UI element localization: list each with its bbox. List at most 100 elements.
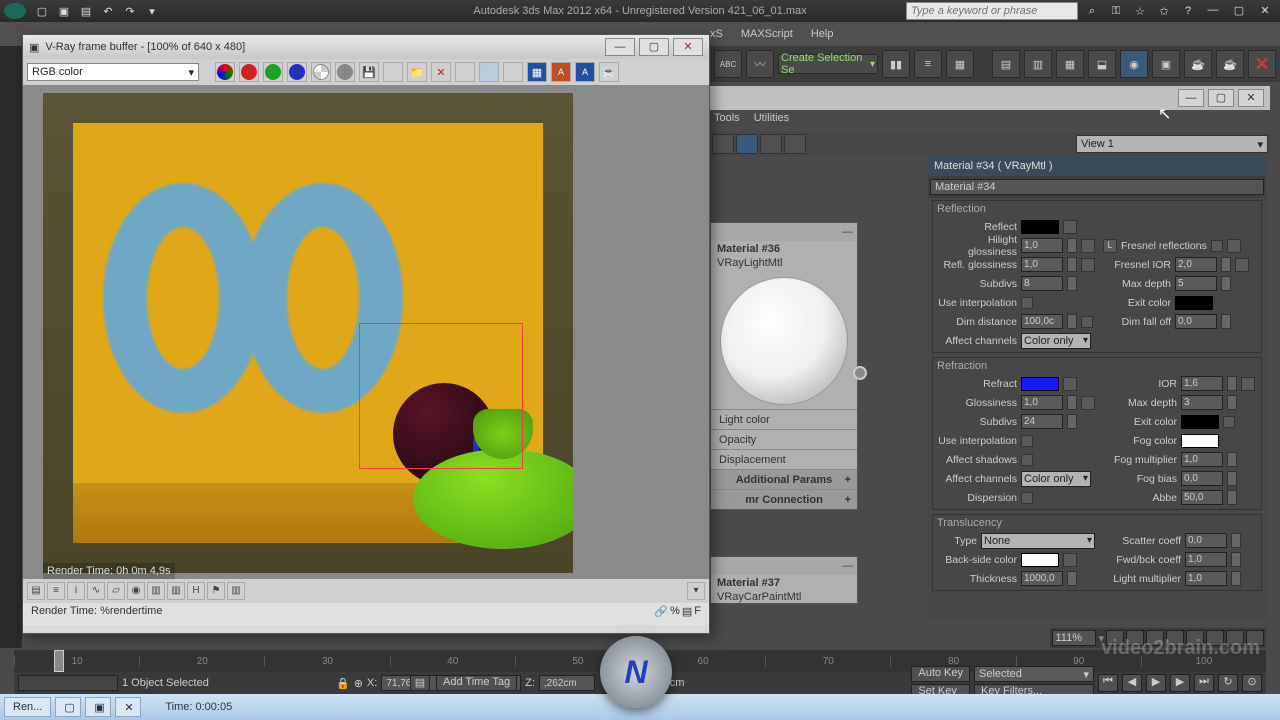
star2-icon[interactable]: ✩ xyxy=(1154,3,1174,19)
panel-minimize-button[interactable]: — xyxy=(1178,89,1204,107)
vfs-icon[interactable]: ▦ xyxy=(527,62,547,82)
alpha-channel-icon[interactable] xyxy=(311,62,331,82)
render-frame-icon[interactable]: ◉ xyxy=(1120,50,1148,78)
auto-key-button[interactable]: Auto Key xyxy=(911,666,970,682)
hist-icon[interactable]: ≡ xyxy=(47,582,65,600)
abbe-spinner[interactable]: 50,0 xyxy=(1181,490,1223,505)
minimize-button[interactable]: — xyxy=(1202,4,1224,18)
reflect-swatch[interactable] xyxy=(1021,220,1059,234)
mirror-icon[interactable]: ▮▮ xyxy=(882,50,910,78)
fit-icon[interactable] xyxy=(1146,630,1164,646)
fog-mult-spinner[interactable]: 1,0 xyxy=(1181,452,1223,467)
goto-start-button[interactable]: ⏮ xyxy=(1098,674,1118,692)
zoom-field[interactable]: 111% xyxy=(1052,630,1096,646)
fresnel-check[interactable] xyxy=(1211,240,1223,252)
fog-bias-spinner[interactable]: 0,0 xyxy=(1181,471,1223,486)
nav-icon[interactable] xyxy=(1166,630,1184,646)
z-coord-field[interactable]: ,262cm xyxy=(539,675,595,691)
refl-maxdepth-spinner[interactable]: 5 xyxy=(1175,276,1217,291)
lock-icon[interactable]: 🔒 xyxy=(336,677,350,690)
nav3-icon[interactable] xyxy=(1206,630,1224,646)
vfb-minimize-button[interactable]: — xyxy=(605,38,635,56)
close-button[interactable]: ✕ xyxy=(1254,4,1276,18)
rgb-toggle-icon[interactable] xyxy=(215,62,235,82)
affect-shadows-check[interactable] xyxy=(1021,454,1033,466)
cc-a-icon[interactable]: A xyxy=(551,62,571,82)
open-icon[interactable]: ▣ xyxy=(54,3,74,19)
refl-affect-dropdown[interactable]: Color only▾ xyxy=(1021,333,1091,349)
channel-dropdown[interactable]: RGB color▾ xyxy=(27,63,199,81)
menu-tools[interactable]: Tools xyxy=(714,112,740,132)
time-slider-handle[interactable] xyxy=(54,650,64,672)
add-time-tag-button[interactable]: Add Time Tag xyxy=(436,675,517,691)
mono-channel-icon[interactable] xyxy=(335,62,355,82)
fwd-spinner[interactable]: 1,0 xyxy=(1185,552,1227,567)
flag-icon[interactable]: ⚑ xyxy=(207,582,225,600)
refr-interp-check[interactable] xyxy=(1021,435,1033,447)
dim-falloff-spinner[interactable]: 0,0 xyxy=(1175,314,1217,329)
play-button[interactable]: ▶ xyxy=(1146,674,1166,692)
coord-toggle-icon[interactable]: ⊕ xyxy=(354,677,363,690)
material-card-37[interactable]: — Material #37 VRayCarPaintMtl xyxy=(710,556,858,604)
card-collapse-icon[interactable]: — xyxy=(842,226,853,238)
align-icon[interactable]: ≡ xyxy=(914,50,942,78)
material-card-36[interactable]: — Material #36 VRayLightMtl Light color … xyxy=(710,222,858,510)
bar2-icon[interactable]: ▥ xyxy=(227,582,245,600)
selection-set-dropdown[interactable]: Create Selection Se▾ xyxy=(778,54,878,74)
stamp-pct-icon[interactable]: % xyxy=(670,605,680,618)
taskbar-btn2[interactable]: ▢ xyxy=(55,697,81,717)
card-collapse-icon[interactable]: — xyxy=(842,560,853,572)
abc-icon[interactable]: ABC xyxy=(714,50,742,78)
reflect-map-button[interactable] xyxy=(1063,220,1077,234)
hilight-gloss-spinner[interactable]: 1,0 xyxy=(1021,238,1063,253)
refl-gloss-spinner[interactable]: 1,0 xyxy=(1021,257,1063,272)
ior-spinner[interactable]: 1,6 xyxy=(1181,376,1223,391)
levels-icon[interactable]: ▥ xyxy=(147,582,165,600)
taskbar-btn3[interactable]: ▣ xyxy=(85,697,111,717)
menu-maxscript[interactable]: MAXScript xyxy=(741,28,793,40)
brush-icon[interactable]: 〰 xyxy=(746,50,774,78)
save-image-icon[interactable]: 💾 xyxy=(359,62,379,82)
nav4-icon[interactable] xyxy=(1226,630,1244,646)
panel-close-button[interactable]: ✕ xyxy=(1238,89,1264,107)
dim-dist-spinner[interactable]: 100,0c xyxy=(1021,314,1063,329)
vfb-close-button[interactable]: ✕ xyxy=(673,38,703,56)
bars-icon[interactable]: ▥ xyxy=(167,582,185,600)
backside-swatch[interactable] xyxy=(1021,553,1059,567)
taskbar-app-button[interactable]: Ren... xyxy=(4,697,51,717)
rollout-additional-params[interactable]: Additional Params+ xyxy=(711,469,857,489)
teapot-render-icon[interactable]: ☕ xyxy=(599,62,619,82)
region-render-icon[interactable]: ⬚ xyxy=(479,62,499,82)
zoom-tool-icon[interactable] xyxy=(1106,630,1124,646)
blue-channel-icon[interactable] xyxy=(287,62,307,82)
cc-b-icon[interactable]: A xyxy=(575,62,595,82)
new-icon[interactable]: ▢ xyxy=(32,3,52,19)
red-channel-icon[interactable] xyxy=(239,62,259,82)
key-mode-dropdown[interactable]: Selected▾ xyxy=(974,666,1094,682)
redo-icon[interactable]: ↷ xyxy=(120,3,140,19)
menu-xs[interactable]: xS xyxy=(710,28,723,40)
stamp-font-icon[interactable]: F xyxy=(694,605,701,618)
teapot2-icon[interactable]: ☕ xyxy=(1216,50,1244,78)
green-channel-icon[interactable] xyxy=(263,62,283,82)
refr-subdivs-spinner[interactable]: 24 xyxy=(1021,414,1063,429)
layers-icon[interactable]: ▦ xyxy=(946,50,974,78)
loop-icon[interactable]: ↻ xyxy=(1218,674,1238,692)
render-setup-icon[interactable]: ⬓ xyxy=(1088,50,1116,78)
i-icon[interactable]: i xyxy=(67,582,85,600)
rollout-mr-connection[interactable]: mr Connection+ xyxy=(711,489,857,509)
nav2-icon[interactable] xyxy=(1186,630,1204,646)
fresnel-ior-spinner[interactable]: 2,0 xyxy=(1175,257,1217,272)
refl-subdivs-spinner[interactable]: 8 xyxy=(1021,276,1063,291)
menu-utilities[interactable]: Utilities xyxy=(754,112,789,132)
refr-affect-dropdown[interactable]: Color only▾ xyxy=(1021,471,1091,487)
taskbar-btn4[interactable]: ✕ xyxy=(115,697,141,717)
move-icon[interactable] xyxy=(760,134,782,154)
schematic-icon[interactable]: ▥ xyxy=(1024,50,1052,78)
maximize-button[interactable]: ▢ xyxy=(1228,4,1250,18)
track-mouse-icon[interactable]: ◎ xyxy=(503,62,523,82)
transl-type-dropdown[interactable]: None▾ xyxy=(981,533,1095,549)
prompt-field[interactable] xyxy=(18,675,118,691)
time-config-icon[interactable]: ⊙ xyxy=(1242,674,1262,692)
panel-maximize-button[interactable]: ▢ xyxy=(1208,89,1234,107)
